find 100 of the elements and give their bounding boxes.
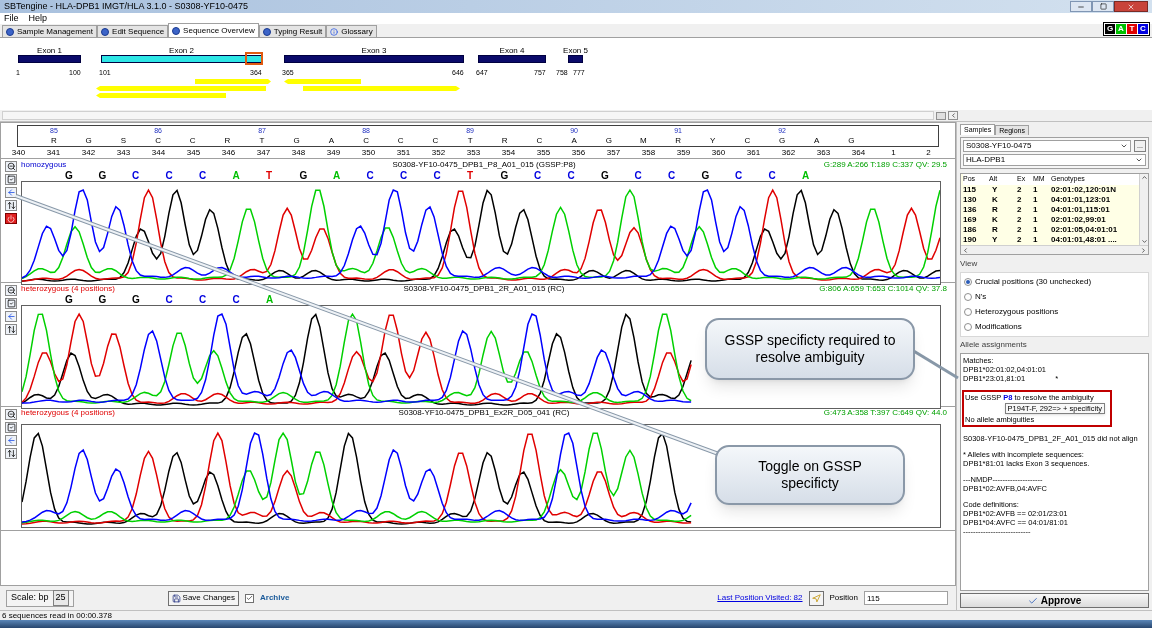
view-window-marker[interactable]: [245, 52, 263, 65]
swap-button[interactable]: [5, 324, 17, 335]
check-button[interactable]: [5, 298, 17, 309]
table-cell-text: K: [991, 194, 999, 206]
tab[interactable]: Typing Result: [258, 25, 327, 37]
swap-icon: [6, 449, 16, 458]
position-number: 361: [745, 147, 762, 158]
zoom-out-button[interactable]: [5, 285, 17, 296]
position-number: 354: [500, 147, 517, 158]
position-number: 345: [185, 147, 202, 158]
arrow-left-icon: [6, 436, 16, 445]
group-title: View: [960, 258, 979, 270]
tab[interactable]: Sample Management: [2, 25, 98, 37]
consensus-base: T: [466, 135, 474, 145]
zoom-out-button[interactable]: [5, 161, 17, 172]
maximize-button[interactable]: [1092, 1, 1114, 12]
radio-button[interactable]: [964, 278, 972, 286]
tab[interactable]: Glossary: [326, 25, 377, 37]
base-call: C: [165, 294, 173, 305]
position-number: 340: [10, 147, 27, 158]
exon-bar[interactable]: [101, 55, 262, 63]
radio-label: Modifications: [975, 321, 1022, 333]
horizontal-scrollbar[interactable]: [961, 245, 1148, 254]
archive-label: Archive: [260, 592, 290, 604]
tab[interactable]: Sequence Overview: [168, 23, 259, 37]
maximize-icon: [1099, 3, 1107, 10]
tab[interactable]: Edit Sequence: [97, 25, 169, 37]
back-button[interactable]: [5, 311, 17, 322]
table-cell-text: 1: [1033, 184, 1039, 196]
radio-button[interactable]: [964, 323, 972, 331]
table-cell-text: 2: [1017, 214, 1023, 226]
base-call: C: [534, 170, 542, 181]
zoom-out-button[interactable]: [5, 409, 17, 420]
position-field[interactable]: 115: [864, 591, 948, 605]
table-cell-text: 1: [1033, 214, 1039, 226]
consensus-base: G: [292, 135, 301, 145]
gssp-toggle-button[interactable]: [5, 213, 17, 224]
minimize-button[interactable]: [1070, 1, 1092, 12]
horizontal-scrollbar[interactable]: [2, 111, 934, 120]
back-button[interactable]: [5, 187, 17, 198]
chevron-down-icon: [1140, 238, 1148, 245]
check-button[interactable]: [5, 422, 17, 433]
base-call: G: [65, 170, 73, 181]
menu-item[interactable]: Help: [28, 11, 48, 26]
check-icon: [6, 423, 16, 432]
table-cell-text: R: [991, 224, 999, 236]
tab-icon: [101, 27, 110, 36]
base-call: C: [232, 294, 240, 305]
table-cell-text: R: [991, 204, 999, 216]
position-number: 359: [675, 147, 692, 158]
menu-item[interactable]: File: [4, 11, 19, 26]
base-call: G: [500, 170, 509, 181]
last-position-link[interactable]: Last Position Visited: 82: [717, 592, 803, 604]
back-button[interactable]: [5, 435, 17, 446]
position-number: 352: [430, 147, 447, 158]
locus-dropdown[interactable]: HLA-DPB1: [963, 154, 1146, 166]
check-icon: [1027, 595, 1038, 606]
position-number: 342: [80, 147, 97, 158]
consensus-base: M: [639, 135, 648, 145]
approve-button[interactable]: Approve: [960, 593, 1149, 608]
save-changes-button[interactable]: Save Changes: [167, 590, 240, 606]
consensus-base: A: [570, 135, 578, 145]
swap-button[interactable]: [5, 200, 17, 211]
consensus-base: C: [431, 135, 440, 145]
radio-button[interactable]: [964, 293, 972, 301]
consensus-base: S: [119, 135, 127, 145]
scroll-button[interactable]: [948, 111, 958, 120]
swap-icon: [6, 325, 16, 334]
sample-dropdown[interactable]: S0308-YF10-0475: [963, 140, 1131, 152]
table-cell-text: 1: [1033, 194, 1039, 206]
close-button[interactable]: [1114, 1, 1148, 12]
close-icon: [1127, 2, 1135, 11]
vertical-scrollbar[interactable]: [1139, 174, 1148, 245]
table-cell-text: 02:01:05,04:01:01: [1051, 224, 1119, 236]
scale-field[interactable]: 25: [52, 590, 69, 606]
trace-title: S0308-YF10-0475_DPB1_Ex2R_D05_041 (RC): [397, 406, 571, 419]
trace-title: S0308-YF10-0475_DPB1_P8_A01_015 (GSSP:P8): [391, 158, 577, 171]
table-cell-text: 1: [1033, 234, 1039, 246]
position-number: 362: [780, 147, 797, 158]
radio-button[interactable]: [964, 308, 972, 316]
navigation-icon: [811, 593, 821, 603]
archive-checkbox[interactable]: [245, 593, 255, 603]
info-icon: [330, 27, 339, 36]
position-label: Position: [829, 592, 858, 604]
position-number: 364: [850, 147, 867, 158]
scroll-thumb[interactable]: [936, 111, 946, 120]
exon-label: Exon 1: [36, 45, 63, 57]
zygosity-label: heterozygous (4 positions): [21, 282, 116, 295]
consensus-base: R: [50, 135, 58, 145]
swap-button[interactable]: [5, 448, 17, 459]
position-number: 1: [890, 147, 897, 158]
check-icon: [246, 594, 254, 602]
base-call: G: [701, 170, 710, 181]
chevron-up-icon: [1140, 174, 1148, 181]
zoom-out-icon: [6, 286, 16, 295]
check-button[interactable]: [5, 174, 17, 185]
position-number: 363: [815, 147, 832, 158]
chevron-left-icon: [962, 246, 969, 254]
go-to-position-button[interactable]: [808, 590, 824, 606]
base-call: G: [98, 170, 107, 181]
